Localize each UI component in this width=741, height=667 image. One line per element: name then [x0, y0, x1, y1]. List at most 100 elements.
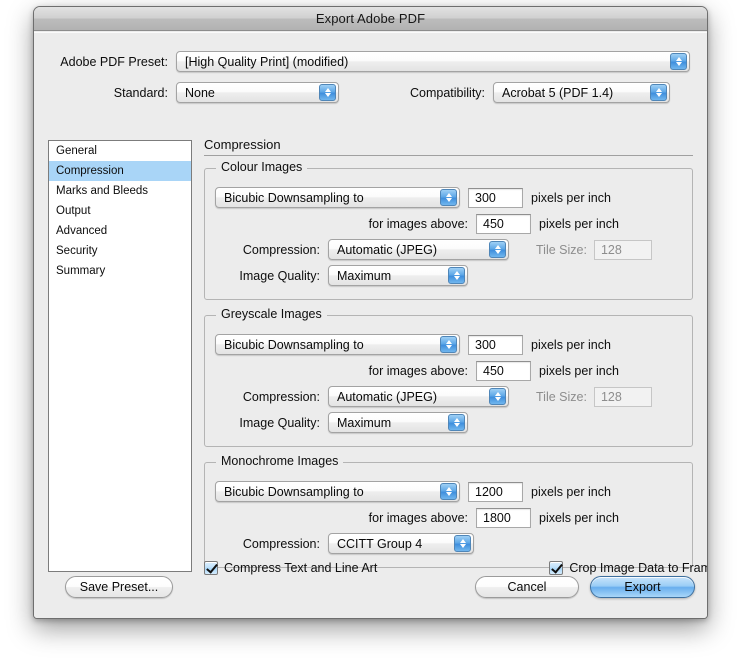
chevron-updown-icon[interactable] — [319, 84, 336, 101]
chevron-updown-icon[interactable] — [489, 241, 506, 258]
sidebar-item-label: Security — [56, 245, 98, 257]
colour-above-row: for images above: 450 pixels per inch — [215, 211, 682, 236]
colour-dpi-value: 300 — [475, 190, 496, 205]
greyscale-image-quality-value: Maximum — [337, 415, 392, 430]
sidebar-item-output[interactable]: Output — [49, 201, 191, 221]
adobe-pdf-preset-popup-wrap: [High Quality Print] (modified) — [176, 51, 690, 72]
greyscale-images-group: Greyscale Images Bicubic Downsampling to… — [204, 307, 693, 447]
greyscale-compression-popup[interactable]: Automatic (JPEG) — [328, 386, 509, 407]
sidebar-item-summary[interactable]: Summary — [49, 261, 191, 281]
greyscale-above-label: for images above: — [368, 363, 468, 378]
colour-image-quality-popup[interactable]: Maximum — [328, 265, 468, 286]
greyscale-tile-size-value: 128 — [600, 389, 622, 404]
colour-tile-size-input: 128 — [593, 239, 652, 260]
chevron-updown-icon[interactable] — [440, 189, 457, 206]
sidebar-item-marks-and-bleeds[interactable]: Marks and Bleeds — [49, 181, 191, 201]
adobe-pdf-preset-label: Adobe PDF Preset: — [60, 54, 168, 69]
dialog-titlebar[interactable]: Export Adobe PDF — [34, 7, 707, 31]
greyscale-compression-value: Automatic (JPEG) — [337, 389, 438, 404]
dialog-title: Export Adobe PDF — [315, 11, 426, 26]
greyscale-tile-size-label: Tile Size: — [536, 389, 587, 404]
panel-title: Compression — [204, 137, 281, 152]
sidebar-item-label: Compression — [56, 165, 124, 177]
cancel-button[interactable]: Cancel — [475, 576, 579, 598]
greyscale-compression-row: Compression: Automatic (JPEG) Tile Size:… — [215, 384, 682, 409]
sidebar-item-label: General — [56, 145, 97, 157]
chevron-updown-icon[interactable] — [440, 483, 457, 500]
sidebar-item-label: Summary — [56, 265, 106, 277]
colour-above-input[interactable]: 450 — [476, 213, 531, 234]
adobe-pdf-preset-popup[interactable]: [High Quality Print] (modified) — [176, 51, 690, 72]
chevron-updown-icon[interactable] — [454, 535, 471, 552]
colour-downsample-value: Bicubic Downsampling to — [224, 190, 364, 205]
standard-compatibility-row: Standard: None Compatibility: Acrobat 5 … — [51, 81, 690, 104]
chevron-updown-icon[interactable] — [440, 336, 457, 353]
compression-panel: Compression Colour Images Bicubic Downsa… — [204, 137, 693, 583]
monochrome-above-row: for images above: 1800 pixels per inch — [215, 505, 682, 530]
colour-compression-popup[interactable]: Automatic (JPEG) — [328, 239, 509, 260]
colour-image-quality-label: Image Quality: — [239, 268, 320, 283]
greyscale-above-units: pixels per inch — [539, 363, 619, 378]
greyscale-downsample-row: Bicubic Downsampling to 300 pixels per i… — [215, 332, 682, 357]
sidebar-item-compression[interactable]: Compression — [49, 161, 191, 181]
sidebar-item-general[interactable]: General — [49, 141, 191, 161]
greyscale-downsample-popup[interactable]: Bicubic Downsampling to — [215, 334, 460, 355]
monochrome-downsample-popup[interactable]: Bicubic Downsampling to — [215, 481, 460, 502]
monochrome-downsample-row: Bicubic Downsampling to 1200 pixels per … — [215, 479, 682, 504]
colour-images-group: Colour Images Bicubic Downsampling to 30… — [204, 160, 693, 300]
greyscale-images-legend: Greyscale Images — [216, 307, 327, 321]
colour-compression-label: Compression: — [242, 242, 320, 257]
chevron-updown-icon[interactable] — [670, 53, 687, 70]
monochrome-dpi-units: pixels per inch — [531, 484, 611, 499]
monochrome-above-input[interactable]: 1800 — [476, 507, 531, 528]
export-adobe-pdf-dialog: Export Adobe PDF Adobe PDF Preset: [High… — [33, 6, 708, 619]
colour-downsample-row: Bicubic Downsampling to 300 pixels per i… — [215, 185, 682, 210]
monochrome-above-units: pixels per inch — [539, 510, 619, 525]
colour-image-quality-value: Maximum — [337, 268, 392, 283]
standard-popup[interactable]: None — [176, 82, 339, 103]
greyscale-image-quality-popup[interactable]: Maximum — [328, 412, 468, 433]
greyscale-image-quality-label: Image Quality: — [239, 415, 320, 430]
monochrome-compression-popup[interactable]: CCITT Group 4 — [328, 533, 474, 554]
chevron-updown-icon[interactable] — [650, 84, 668, 101]
compatibility-popup[interactable]: Acrobat 5 (PDF 1.4) — [493, 82, 671, 103]
greyscale-compression-label: Compression: — [242, 389, 320, 404]
save-preset-button[interactable]: Save Preset... — [65, 576, 173, 598]
chevron-updown-icon[interactable] — [448, 414, 465, 431]
sidebar-item-advanced[interactable]: Advanced — [49, 221, 191, 241]
sidebar-item-security[interactable]: Security — [49, 241, 191, 261]
sidebar-item-label: Advanced — [56, 225, 108, 237]
colour-above-value: 450 — [483, 216, 504, 231]
dialog-body: Adobe PDF Preset: [High Quality Print] (… — [34, 32, 707, 618]
colour-quality-row: Image Quality: Maximum — [215, 263, 682, 288]
chevron-updown-icon[interactable] — [489, 388, 506, 405]
greyscale-dpi-units: pixels per inch — [531, 337, 611, 352]
colour-tile-size-value: 128 — [600, 242, 622, 257]
colour-images-legend: Colour Images — [216, 160, 308, 174]
monochrome-downsample-value: Bicubic Downsampling to — [224, 484, 364, 499]
greyscale-above-row: for images above: 450 pixels per inch — [215, 358, 682, 383]
save-preset-label: Save Preset... — [79, 580, 159, 594]
greyscale-dpi-input[interactable]: 300 — [468, 334, 523, 355]
settings-category-list[interactable]: General Compression Marks and Bleeds Out… — [48, 140, 192, 572]
adobe-pdf-preset-value: [High Quality Print] (modified) — [185, 54, 349, 69]
colour-compression-row: Compression: Automatic (JPEG) Tile Size:… — [215, 237, 682, 262]
dialog-footer: Save Preset... Cancel Export — [34, 562, 707, 618]
sidebar-item-label: Output — [56, 205, 91, 217]
sidebar-item-label: Marks and Bleeds — [56, 185, 149, 197]
colour-compression-value: Automatic (JPEG) — [337, 242, 438, 257]
greyscale-above-input[interactable]: 450 — [476, 360, 531, 381]
monochrome-images-group: Monochrome Images Bicubic Downsampling t… — [204, 454, 693, 568]
colour-dpi-input[interactable]: 300 — [468, 187, 523, 208]
export-button[interactable]: Export — [590, 576, 695, 598]
standard-value: None — [185, 85, 215, 100]
adobe-pdf-preset-row: Adobe PDF Preset: [High Quality Print] (… — [51, 50, 690, 73]
colour-downsample-popup[interactable]: Bicubic Downsampling to — [215, 187, 460, 208]
colour-tile-size-label: Tile Size: — [536, 242, 587, 257]
monochrome-compression-value: CCITT Group 4 — [337, 536, 423, 551]
monochrome-dpi-value: 1200 — [475, 484, 503, 499]
monochrome-above-value: 1800 — [483, 510, 511, 525]
chevron-updown-icon[interactable] — [448, 267, 465, 284]
monochrome-compression-row: Compression: CCITT Group 4 — [215, 531, 682, 556]
monochrome-dpi-input[interactable]: 1200 — [468, 481, 523, 502]
